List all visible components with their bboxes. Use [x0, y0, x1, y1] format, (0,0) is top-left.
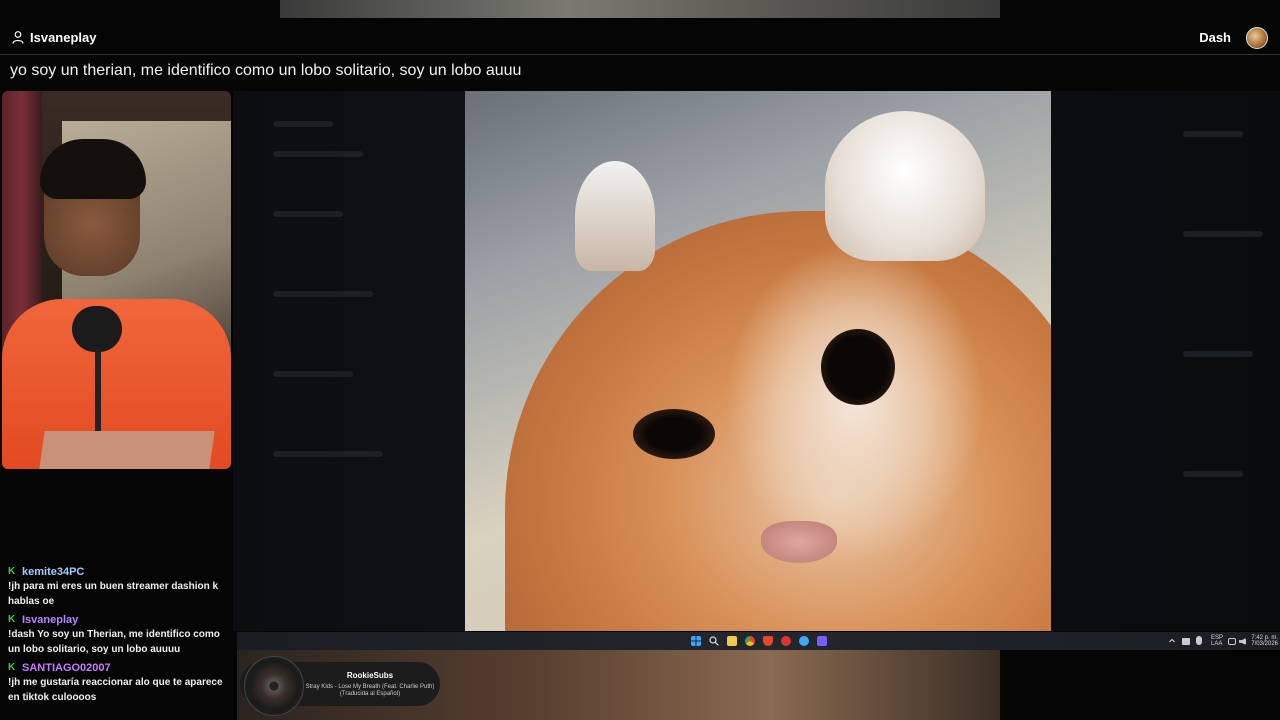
ghost-ui-line — [1183, 351, 1253, 357]
chrome-icon[interactable] — [745, 636, 755, 646]
clock[interactable]: 7:42 p. m. 7/03/2026 — [1250, 635, 1278, 647]
cat-eye-left — [633, 409, 715, 459]
host-avatar — [1246, 27, 1268, 49]
chat-message: K SANTIAGO02007 !jh me gustaría reaccion… — [8, 660, 233, 705]
app-icon[interactable] — [799, 636, 809, 646]
chat-message: K Isvaneplay !dash Yo soy un Therian, me… — [8, 612, 233, 657]
search-icon[interactable] — [709, 636, 719, 646]
file-explorer-icon[interactable] — [727, 636, 737, 646]
ghost-ui-line — [273, 151, 363, 157]
ghost-ui-line — [1183, 471, 1243, 477]
now-playing-song: Stray Kids - Lose My Breath (Feat. Charl… — [305, 684, 435, 697]
question-text: yo soy un therian, me identifico como un… — [10, 62, 522, 79]
question-header: Isvaneplay Dash — [0, 20, 1280, 55]
host-name: Dash — [1199, 30, 1231, 45]
chat-text: !dash Yo soy un Therian, me identifico c… — [8, 629, 220, 655]
kick-badge-icon: K — [8, 662, 16, 673]
brave-icon[interactable] — [763, 636, 773, 646]
ghost-ui-line — [273, 371, 353, 377]
cat-ear-left — [575, 161, 655, 271]
ghost-ui-line — [273, 291, 373, 297]
ghost-ui-line — [273, 451, 383, 457]
chat-username[interactable]: kemite34PC — [22, 566, 84, 578]
cat-image — [465, 91, 1051, 631]
vinyl-disc-icon — [244, 656, 304, 716]
ghost-ui-line — [273, 211, 343, 217]
cat-ear-right — [825, 111, 985, 261]
chat-text: !jh para mi eres un buen streamer dashio… — [8, 581, 219, 607]
cat-eye-right — [821, 329, 895, 405]
kick-badge-icon: K — [8, 614, 16, 625]
chat-username[interactable]: Isvaneplay — [22, 614, 78, 626]
app-icon[interactable] — [781, 636, 791, 646]
volume-icon[interactable] — [1239, 638, 1246, 645]
ghost-ui-line — [273, 121, 333, 127]
windows-start-icon[interactable] — [691, 636, 701, 646]
ghost-ui-line — [1183, 131, 1243, 137]
chat-message: K kemite34PC !jh para mi eres un buen st… — [8, 564, 233, 609]
language-indicator[interactable]: ESP LAA — [1211, 635, 1223, 647]
tray-icon[interactable] — [1182, 638, 1190, 645]
chat-username[interactable]: SANTIAGO02007 — [22, 662, 111, 674]
windows-taskbar: ESP LAA 7:42 p. m. 7/03/2026 — [237, 632, 1280, 650]
user-icon — [12, 31, 24, 44]
ghost-ui-line — [1183, 231, 1263, 237]
laptop — [39, 431, 215, 469]
microphone-icon[interactable] — [1196, 636, 1202, 645]
chevron-up-icon[interactable] — [1169, 636, 1175, 646]
chat-panel: K kemite34PC !jh para mi eres un buen st… — [8, 564, 233, 708]
poster-name: Isvaneplay — [30, 30, 97, 45]
microphone — [72, 306, 122, 352]
streamer-hair — [40, 139, 146, 199]
stream-top-bleed — [280, 0, 1000, 18]
network-icon[interactable] — [1228, 638, 1236, 645]
discord-icon[interactable] — [817, 636, 827, 646]
chat-text: !jh me gustaría reaccionar alo que te ap… — [8, 677, 223, 703]
kick-badge-icon: K — [8, 566, 16, 577]
now-playing-title: RookieSubs — [346, 671, 394, 680]
cat-nose — [761, 521, 837, 563]
webcam-feed — [2, 91, 231, 469]
